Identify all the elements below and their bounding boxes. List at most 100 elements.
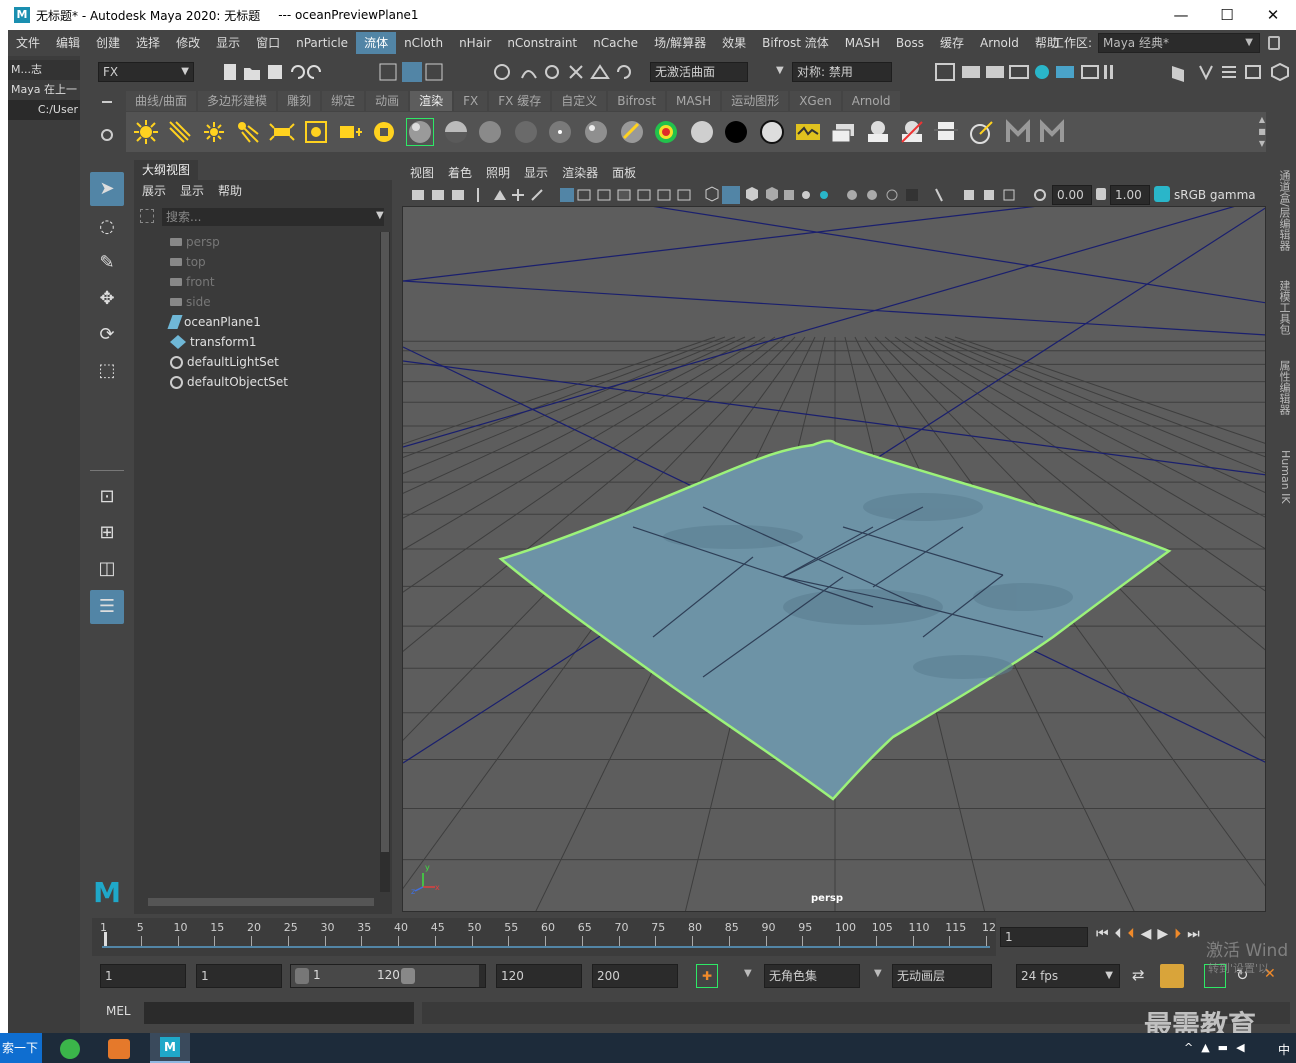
- go-to-end-icon[interactable]: ⏭: [1187, 926, 1206, 942]
- single-view-layout-icon[interactable]: ⊡: [90, 480, 124, 514]
- select-mode-icons[interactable]: [376, 62, 460, 82]
- close-button[interactable]: ✕: [1250, 0, 1296, 30]
- shelf-tab[interactable]: 雕刻: [278, 91, 321, 111]
- shelf-tab[interactable]: XGen: [790, 91, 841, 111]
- menu-item[interactable]: nParticle: [288, 32, 356, 54]
- time-slider-track[interactable]: [102, 946, 990, 948]
- playback-end-field[interactable]: 120: [496, 964, 582, 988]
- black-sphere-icon[interactable]: [722, 118, 750, 146]
- ambient-light-icon[interactable]: [132, 118, 160, 146]
- viewport-menu-item[interactable]: 着色: [440, 163, 478, 183]
- maximize-button[interactable]: ☐: [1204, 0, 1250, 30]
- menuset-select[interactable]: FX ▼: [98, 62, 194, 82]
- shiny-sphere-icon[interactable]: [582, 118, 610, 146]
- ramp-sphere-icon[interactable]: [652, 118, 680, 146]
- render-sequence-shelf-icon[interactable]: [932, 118, 960, 146]
- shelf-tab[interactable]: FX: [454, 91, 488, 111]
- menu-item[interactable]: 修改: [168, 32, 208, 54]
- point-light-icon[interactable]: [200, 118, 228, 146]
- browser-app-icon[interactable]: [60, 1039, 80, 1059]
- menu-item[interactable]: nCache: [585, 32, 646, 54]
- outliner-scroll-thumb[interactable]: [381, 232, 389, 852]
- material-assign-icon[interactable]: [864, 118, 892, 146]
- volume-light-icon[interactable]: [302, 118, 330, 146]
- shelf-tab[interactable]: 动画: [366, 91, 409, 111]
- mash-m2-icon[interactable]: [1038, 118, 1066, 146]
- range-slider[interactable]: 1 120: [290, 964, 486, 988]
- color-space-label[interactable]: sRGB gamma: [1174, 185, 1264, 205]
- viewport-menu-item[interactable]: 渲染器: [554, 163, 604, 183]
- current-frame-field[interactable]: 1: [1000, 927, 1088, 947]
- exposure-field[interactable]: 0.00: [1052, 185, 1092, 205]
- menu-item[interactable]: 显示: [208, 32, 248, 54]
- outlined-sphere-icon[interactable]: [758, 118, 786, 146]
- play-back-icon[interactable]: ◀: [1141, 926, 1158, 942]
- chevron-down-icon[interactable]: ▼: [776, 65, 784, 76]
- shelf-tab[interactable]: 渲染: [410, 91, 453, 111]
- ime-indicator[interactable]: 中: [1278, 1041, 1290, 1058]
- menu-item[interactable]: 效果: [714, 32, 754, 54]
- shelf-scroll-icon[interactable]: ▲ ■ ▼: [1258, 114, 1266, 150]
- menu-item[interactable]: 文件: [8, 32, 48, 54]
- go-to-start-icon[interactable]: ⏮: [1096, 926, 1115, 942]
- command-input[interactable]: [144, 1002, 414, 1024]
- step-forward-key-icon[interactable]: ⏵: [1174, 926, 1187, 942]
- dark-sphere-icon[interactable]: [512, 118, 540, 146]
- file-tools[interactable]: [220, 62, 330, 82]
- scene-start-field[interactable]: 1: [100, 964, 186, 988]
- scale-tool-icon[interactable]: ⬚: [90, 354, 124, 388]
- shelf-tab[interactable]: MASH: [666, 91, 721, 111]
- outliner-layout-icon[interactable]: ☰: [90, 590, 124, 624]
- blinn-sphere-icon[interactable]: [406, 118, 434, 146]
- gear-icon[interactable]: [101, 129, 113, 141]
- chevron-down-icon[interactable]: ▼: [744, 968, 752, 979]
- menu-item[interactable]: nHair: [451, 32, 499, 54]
- material-remove-icon[interactable]: [898, 118, 926, 146]
- playback-start-field[interactable]: 1: [196, 964, 282, 988]
- menu-item[interactable]: Arnold: [972, 32, 1027, 54]
- shelf-tab[interactable]: 自定义: [552, 91, 607, 111]
- filter-icon[interactable]: [140, 209, 154, 223]
- outliner-menu-item[interactable]: 显示: [172, 180, 210, 202]
- range-slider-right-handle[interactable]: [401, 968, 415, 984]
- outliner-item[interactable]: defaultObjectSet: [170, 372, 288, 392]
- side-tab[interactable]: Human IK: [1272, 450, 1292, 504]
- side-tab[interactable]: 建模工具包: [1272, 280, 1292, 335]
- menu-item[interactable]: 编辑: [48, 32, 88, 54]
- four-view-layout-icon[interactable]: ⊞: [90, 516, 124, 550]
- side-tab[interactable]: 属性编辑器: [1272, 360, 1292, 415]
- menu-item[interactable]: nConstraint: [499, 32, 585, 54]
- snap-icons[interactable]: [492, 62, 652, 82]
- shelf-tab[interactable]: Arnold: [842, 91, 900, 111]
- folder-app-icon[interactable]: [108, 1039, 130, 1059]
- live-surface-field[interactable]: 无激活曲面: [650, 62, 748, 82]
- menu-item[interactable]: 流体: [356, 32, 397, 54]
- half-sphere-icon[interactable]: [442, 118, 470, 146]
- lock-icon[interactable]: [1268, 36, 1280, 50]
- phong-sphere-icon[interactable]: [546, 118, 574, 146]
- viewport-menu-item[interactable]: 显示: [516, 163, 554, 183]
- menu-item[interactable]: 窗口: [248, 32, 288, 54]
- shelf-tab[interactable]: 运动图形: [722, 91, 789, 111]
- loop-icon[interactable]: ⇄: [1132, 966, 1145, 984]
- outliner-menu-item[interactable]: 帮助: [210, 180, 248, 202]
- menu-item[interactable]: 创建: [88, 32, 128, 54]
- render-layer-icon[interactable]: [830, 118, 858, 146]
- chevron-down-icon[interactable]: ▼: [874, 968, 882, 979]
- menu-item[interactable]: 场/解算器: [646, 32, 714, 54]
- menu-item[interactable]: Boss: [888, 32, 932, 54]
- render-icons[interactable]: [932, 62, 1292, 82]
- shelf-tab[interactable]: FX 缓存: [489, 91, 551, 111]
- render-settings-shelf-icon[interactable]: [968, 118, 996, 146]
- chevron-down-icon[interactable]: ▼: [376, 210, 384, 221]
- shelf-tab[interactable]: 曲线/曲面: [126, 91, 197, 111]
- shelf-tab[interactable]: 绑定: [322, 91, 365, 111]
- lasso-tool-icon[interactable]: ◌: [90, 210, 124, 244]
- outliner-item[interactable]: defaultLightSet: [170, 352, 279, 372]
- viewport-tool-icons[interactable]: [408, 186, 1058, 204]
- outliner-item[interactable]: persp: [170, 232, 220, 252]
- rotate-tool-icon[interactable]: ⟳: [90, 318, 124, 352]
- outliner-item[interactable]: side: [170, 292, 211, 312]
- step-back-frame-icon[interactable]: ⏴: [1115, 926, 1128, 942]
- shelf-menu-icon[interactable]: [102, 101, 112, 103]
